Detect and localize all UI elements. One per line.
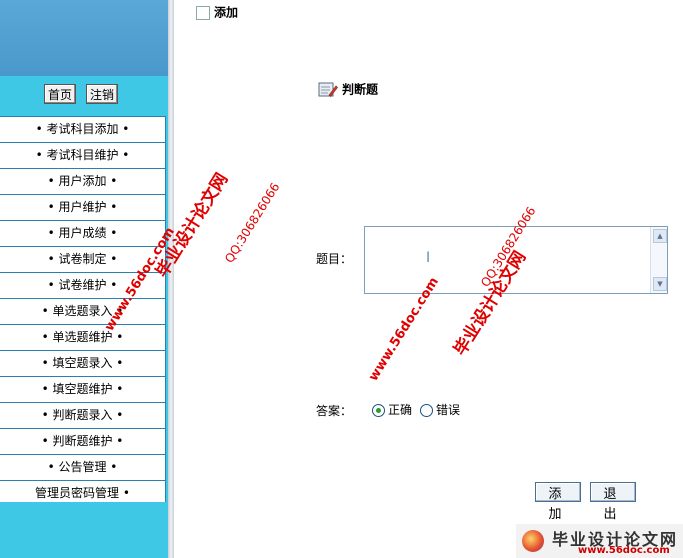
- answer-label: 答案：: [316, 404, 353, 418]
- menu-item-fill-blank-manage[interactable]: • 填空题维护 •: [0, 377, 166, 403]
- question-label: 题目：: [316, 252, 353, 266]
- textarea-scrollbar[interactable]: ▲ ▼: [650, 227, 667, 293]
- menu-item-user-scores[interactable]: • 用户成绩 •: [0, 221, 166, 247]
- menu-item-user-add[interactable]: • 用户添加 •: [0, 169, 166, 195]
- menu-item-subject-manage[interactable]: • 考试科目维护 •: [0, 143, 166, 169]
- menu-item-announcement-manage[interactable]: • 公告管理 •: [0, 455, 166, 481]
- scroll-up-arrow-icon[interactable]: ▲: [653, 229, 667, 243]
- radio-true[interactable]: [372, 404, 385, 417]
- exit-button[interactable]: 退出: [590, 482, 636, 521]
- admin-menu: • 考试科目添加 • • 考试科目维护 • • 用户添加 • • 用户维护 • …: [0, 116, 166, 507]
- watermark-qq-1: QQ:306826066: [222, 180, 283, 266]
- nav-banner: [0, 0, 168, 76]
- heading-square-icon: [196, 5, 210, 20]
- logout-button[interactable]: 注销: [86, 84, 119, 104]
- scroll-down-arrow-icon[interactable]: ▼: [653, 277, 667, 291]
- menu-item-subject-add[interactable]: • 考试科目添加 •: [0, 117, 166, 143]
- menu-item-fill-blank-add[interactable]: • 填空题录入 •: [0, 351, 166, 377]
- logo-disc-icon: [522, 530, 544, 552]
- watermark-footer-logo: 毕业设计论文网 www.56doc.com: [516, 524, 683, 558]
- page-heading: 添加: [196, 3, 238, 21]
- nav-button-row: 首页 注销: [0, 84, 168, 106]
- text-cursor-icon: I: [426, 250, 431, 266]
- menu-item-true-false-manage[interactable]: • 判断题维护 •: [0, 429, 166, 455]
- radio-false[interactable]: [420, 404, 433, 417]
- menu-item-single-choice-add[interactable]: • 单选题录入 •: [0, 299, 166, 325]
- page-heading-label: 添加: [214, 5, 239, 20]
- section-title-text: 判断题: [342, 82, 379, 97]
- answer-option-false-label: 错误: [436, 403, 461, 417]
- section-title: 判断题: [318, 78, 378, 100]
- edit-document-icon: [318, 81, 338, 99]
- menu-item-single-choice-manage[interactable]: • 单选题维护 •: [0, 325, 166, 351]
- answer-option-true-label: 正确: [388, 403, 413, 417]
- add-button[interactable]: 添加: [535, 482, 581, 521]
- menu-item-true-false-add[interactable]: • 判断题录入 •: [0, 403, 166, 429]
- answer-option-false[interactable]: 错误: [420, 402, 460, 418]
- home-button[interactable]: 首页: [44, 84, 77, 104]
- nav-footer: [0, 502, 166, 558]
- answer-option-true[interactable]: 正确: [372, 402, 412, 418]
- footer-url: www.56doc.com: [578, 545, 670, 556]
- menu-item-user-manage[interactable]: • 用户维护 •: [0, 195, 166, 221]
